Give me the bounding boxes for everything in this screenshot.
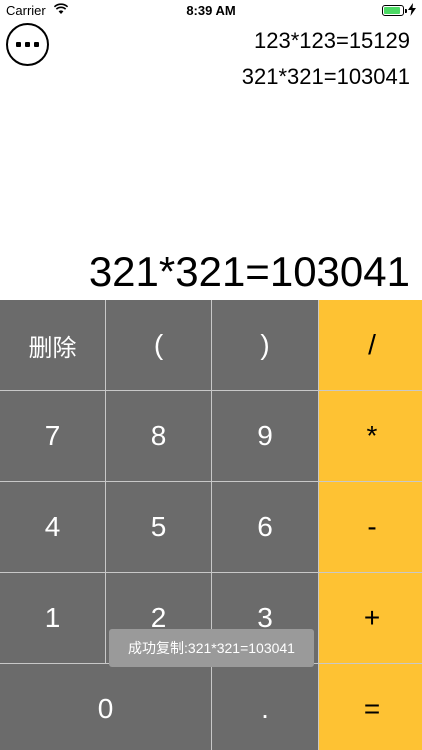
charging-bolt-icon bbox=[408, 3, 416, 16]
key-decimal[interactable]: . bbox=[212, 664, 318, 750]
key-6[interactable]: 6 bbox=[212, 482, 318, 572]
copy-success-toast: 成功复制:321*321=103041 bbox=[109, 629, 314, 667]
key-1[interactable]: 1 bbox=[0, 573, 105, 663]
key-0[interactable]: 0 bbox=[0, 664, 211, 750]
key-7[interactable]: 7 bbox=[0, 391, 105, 481]
key-delete[interactable]: 删除 bbox=[0, 300, 105, 390]
more-button[interactable] bbox=[6, 23, 49, 66]
key-subtract[interactable]: - bbox=[319, 482, 422, 572]
history-item[interactable]: 123*123=15129 bbox=[242, 26, 410, 62]
key-divide[interactable]: / bbox=[319, 300, 422, 390]
result-display[interactable]: 321*321=103041 bbox=[89, 248, 410, 296]
history-item[interactable]: 321*321=103041 bbox=[242, 62, 410, 98]
key-8[interactable]: 8 bbox=[106, 391, 211, 481]
key-9[interactable]: 9 bbox=[212, 391, 318, 481]
status-bar: Carrier 8:39 AM bbox=[0, 0, 422, 22]
status-time: 8:39 AM bbox=[186, 3, 236, 18]
key-close-paren[interactable]: ) bbox=[212, 300, 318, 390]
more-dots-icon bbox=[25, 42, 30, 47]
key-4[interactable]: 4 bbox=[0, 482, 105, 572]
key-equals[interactable]: = bbox=[319, 664, 422, 750]
more-dots-icon bbox=[34, 42, 39, 47]
keypad: 删除()/7 8 9 * 4 5 6-1 2 3 +0. = bbox=[0, 300, 422, 750]
more-dots-icon bbox=[16, 42, 21, 47]
battery-level bbox=[384, 7, 401, 14]
battery-icon bbox=[382, 5, 407, 16]
history-list: 123*123=15129 321*321=103041 bbox=[242, 26, 410, 98]
key-add[interactable]: + bbox=[319, 573, 422, 663]
key-open-paren[interactable]: ( bbox=[106, 300, 211, 390]
key-5[interactable]: 5 bbox=[106, 482, 211, 572]
key-multiply[interactable]: * bbox=[319, 391, 422, 481]
